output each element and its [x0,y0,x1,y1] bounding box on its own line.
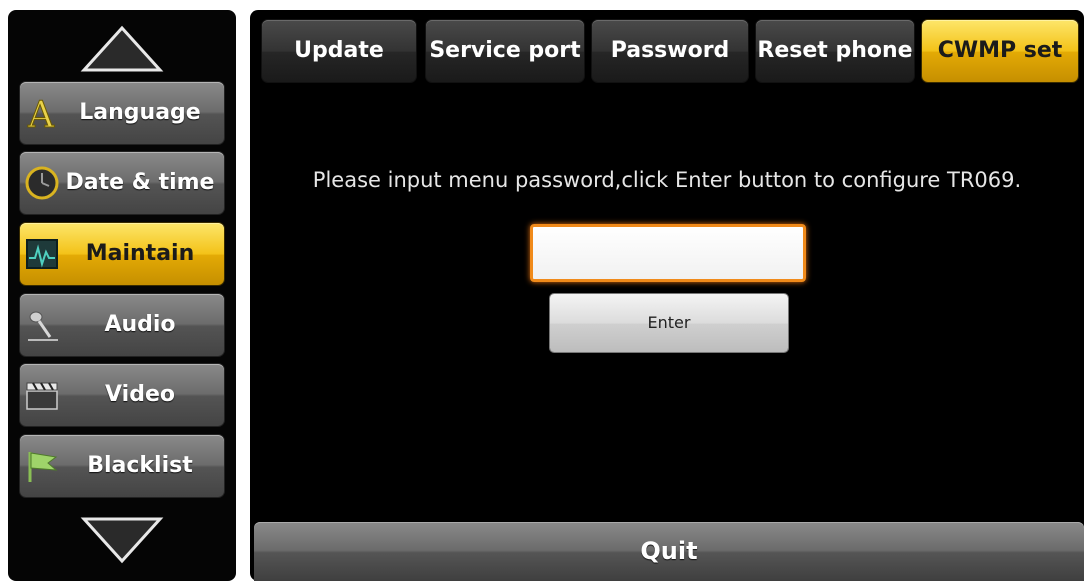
sidebar-item-label: Maintain [85,241,195,266]
scroll-down-arrow-icon[interactable] [80,515,164,565]
sidebar-item-date-time[interactable]: Date & time [20,152,224,214]
sidebar-item-label: Language [79,100,201,125]
sidebar-item-label: Date & time [65,170,215,195]
language-icon: A [27,95,56,131]
scroll-up-arrow-icon[interactable] [80,24,164,74]
quit-button[interactable]: Quit [254,522,1084,581]
clock-icon [25,166,59,200]
tab-reset-phone[interactable]: Reset phone [756,20,914,82]
tab-update[interactable]: Update [262,20,416,82]
clapperboard-icon [26,382,58,410]
blacklist-flag-icon [28,452,58,482]
sidebar-item-audio[interactable]: Audio [20,294,224,356]
tab-password[interactable]: Password [592,20,748,82]
sidebar-item-maintain[interactable]: Maintain [20,223,224,285]
svg-text:A: A [27,95,55,131]
menu-password-input[interactable] [530,224,806,282]
sidebar-item-label: Blacklist [87,453,193,478]
sidebar-item-video[interactable]: Video [20,364,224,426]
sidebar-item-blacklist[interactable]: Blacklist [20,435,224,497]
sidebar-item-label: Audio [104,312,176,337]
enter-button[interactable]: Enter [550,294,788,352]
tab-service-port[interactable]: Service port [426,20,584,82]
sidebar-item-language[interactable]: A Language [20,82,224,144]
microphone-icon [28,311,58,341]
instruction-message: Please input menu password,click Enter b… [312,168,1022,192]
sidebar-item-label: Video [105,382,175,407]
tab-cwmp-set[interactable]: CWMP set [922,20,1078,82]
maintain-icon [26,239,58,269]
sidebar: A Language Date & time Maintain Audio Vi… [8,10,236,581]
